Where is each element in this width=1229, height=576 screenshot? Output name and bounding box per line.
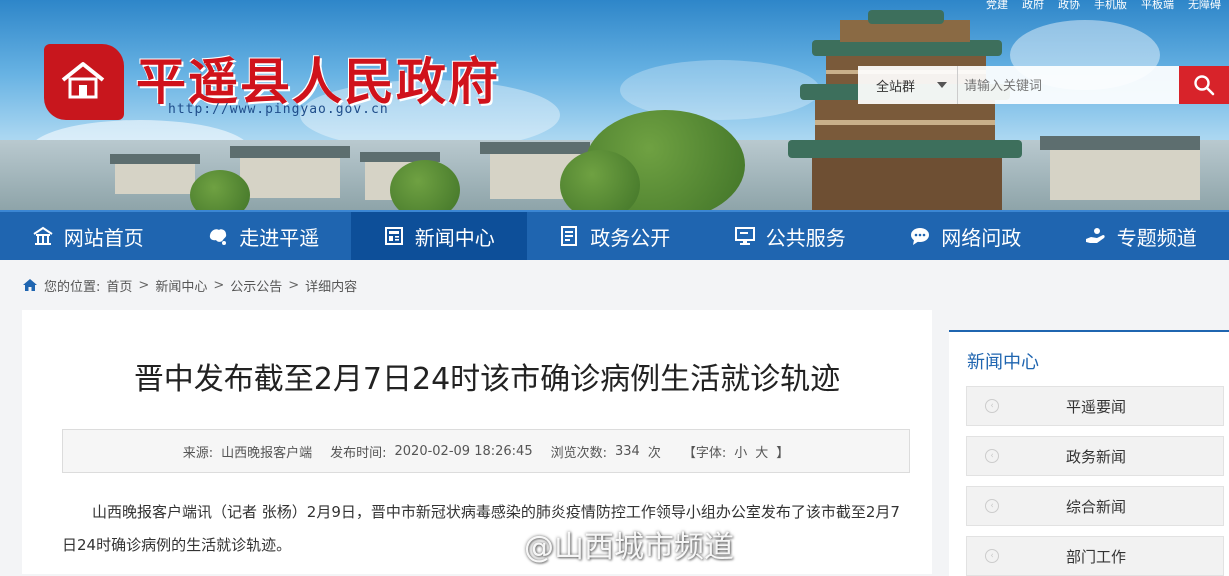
document-icon: [561, 226, 578, 246]
font-size-end: 】: [776, 445, 790, 461]
font-large-button[interactable]: 大: [755, 442, 768, 461]
watermark: @山西城市频道: [474, 522, 734, 566]
sidebar: 新闻中心 ‹ 平遥要闻 ‹ 政务新闻 ‹ 综合新闻 ‹ 部门工作: [949, 330, 1229, 576]
font-size-label: 【字体:: [682, 445, 727, 461]
sidebar-item-government-news[interactable]: ‹ 政务新闻: [966, 436, 1224, 476]
nav-label: 走进平遥: [239, 225, 320, 250]
views-value: 334: [614, 443, 640, 459]
chevron-left-icon: ‹: [985, 449, 999, 463]
top-link[interactable]: 手机版: [1094, 0, 1127, 12]
top-links: 党建 政府 政协 手机版 平板端 无障碍: [986, 0, 1221, 12]
news-icon: [384, 227, 403, 245]
nav-label: 政务公开: [590, 225, 671, 250]
search-icon: [1194, 75, 1215, 96]
breadcrumb-separator: >: [138, 277, 150, 293]
breadcrumb-item[interactable]: 公示公告: [230, 276, 282, 295]
views-unit: 次: [647, 445, 661, 461]
sidebar-item-pingyao-news[interactable]: ‹ 平遥要闻: [966, 386, 1224, 426]
site-logo[interactable]: [44, 44, 124, 120]
search-bar: 全站群: [858, 66, 1229, 104]
top-link[interactable]: 党建: [986, 0, 1008, 12]
site-url: http://www.pingyao.gov.cn: [168, 102, 389, 117]
nav-label: 公共服务: [765, 225, 846, 250]
chevron-left-icon: ‹: [985, 399, 999, 413]
search-button[interactable]: [1179, 66, 1229, 104]
nav-label: 专题频道: [1116, 225, 1197, 250]
views-label: 浏览次数:: [550, 445, 607, 461]
nav-item-government[interactable]: 政务公开: [527, 212, 703, 260]
home-icon: [33, 226, 53, 245]
home-icon: [23, 279, 37, 291]
article-meta: 来源: 山西晚报客户端 发布时间: 2020-02-09 18:26:45 浏览…: [62, 429, 910, 473]
time-label: 发布时间:: [330, 445, 387, 461]
nav-item-interaction[interactable]: 网络问政: [878, 212, 1054, 260]
sidebar-item-department-work[interactable]: ‹ 部门工作: [966, 536, 1224, 576]
nav-item-news[interactable]: 新闻中心: [351, 212, 527, 260]
top-link[interactable]: 政府: [1022, 0, 1044, 12]
breadcrumb-prefix: 您的位置:: [44, 279, 101, 295]
hand-icon: [1085, 228, 1105, 243]
sidebar-item-label: 政务新闻: [1065, 447, 1126, 466]
sidebar-item-label: 部门工作: [1065, 547, 1126, 566]
top-link[interactable]: 平板端: [1141, 0, 1174, 12]
chevron-down-icon: [937, 82, 947, 88]
nav-label: 网站首页: [63, 225, 144, 250]
time-value: 2020-02-09 18:26:45: [394, 443, 533, 459]
nav-item-topics[interactable]: 专题频道: [1053, 212, 1229, 260]
breadcrumb-separator: >: [288, 277, 300, 293]
map-icon: [210, 229, 227, 245]
top-link[interactable]: 政协: [1058, 0, 1080, 12]
sidebar-item-general-news[interactable]: ‹ 综合新闻: [966, 486, 1224, 526]
font-small-button[interactable]: 小: [734, 442, 747, 461]
watermark-text: @山西城市频道: [524, 530, 734, 565]
source-value: 山西晚报客户端: [221, 445, 313, 461]
breadcrumb-separator: >: [213, 277, 225, 293]
sidebar-title: 新闻中心: [967, 352, 1039, 373]
main-nav: 网站首页 走进平遥 新闻中心 政务公开 公共服务 网络问政 专题频道: [0, 210, 1229, 260]
breadcrumb-item[interactable]: 新闻中心: [155, 276, 207, 295]
breadcrumb: 您的位置: 首页 > 新闻中心 > 公示公告 > 详细内容: [22, 274, 357, 296]
article-title: 晋中发布截至2月7日24时该市确诊病例生活就诊轨迹: [133, 362, 841, 397]
sidebar-item-label: 平遥要闻: [1065, 397, 1126, 416]
source-label: 来源:: [182, 445, 214, 461]
search-scope-label: 全站群: [876, 79, 916, 95]
chevron-left-icon: ‹: [985, 549, 999, 563]
nav-item-services[interactable]: 公共服务: [702, 212, 878, 260]
search-input[interactable]: [958, 66, 1179, 104]
nav-item-about[interactable]: 走进平遥: [176, 212, 352, 260]
header-banner: 党建 政府 政协 手机版 平板端 无障碍 平遥县人民政府 http://www.…: [0, 0, 1229, 210]
breadcrumb-item: 详细内容: [305, 279, 358, 295]
search-scope-select[interactable]: 全站群: [858, 66, 958, 104]
house-icon: [61, 62, 105, 99]
nav-item-home[interactable]: 网站首页: [0, 212, 176, 260]
breadcrumb-item[interactable]: 首页: [106, 276, 132, 295]
chat-icon: [911, 228, 930, 245]
weibo-icon: [475, 529, 516, 561]
monitor-icon: [734, 227, 755, 245]
top-link[interactable]: 无障碍: [1188, 0, 1221, 12]
sidebar-item-label: 综合新闻: [1065, 497, 1126, 516]
nav-label: 新闻中心: [414, 225, 495, 250]
chevron-left-icon: ‹: [985, 499, 999, 513]
nav-label: 网络问政: [941, 225, 1022, 250]
